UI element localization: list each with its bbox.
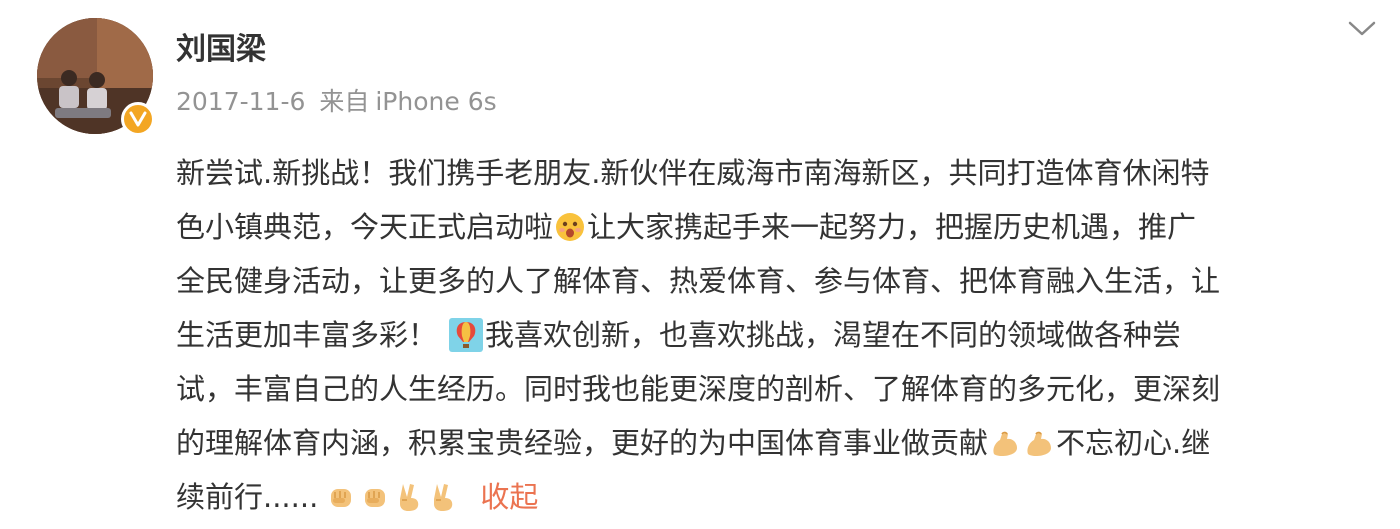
text-segment: 续前行...... <box>176 480 319 514</box>
text-segment: 我喜欢创新，也喜欢挑战，渴望在不同的领域做各种尝 <box>485 318 1182 352</box>
text-segment: 让大家携起手来一起努力，把握历史机遇，推广 <box>587 210 1197 244</box>
post-text-line: 的理解体育内涵，积累宝贵经验，更好的为中国体育事业做贡献 不忘初心.继 <box>176 416 1388 470</box>
raised-fist-emoji <box>360 482 390 512</box>
raised-fist-emoji <box>326 482 356 512</box>
post-text-line: 生活更加丰富多彩！ 我喜欢创新，也喜欢挑战，渴望在不同的领域做各种尝 <box>176 308 1388 362</box>
text-segment: 不忘初心.继 <box>1056 426 1211 460</box>
hot-air-balloon-emoji <box>449 318 484 352</box>
chevron-down-icon[interactable] <box>1342 14 1382 44</box>
collapse-link[interactable]: 收起 <box>480 480 538 514</box>
weibo-post-card: 刘国梁 2017-11-6 来自 iPhone 6s 新尝试.新挑战！我们携手老朋… <box>0 0 1400 529</box>
source-device: iPhone 6s <box>375 87 497 116</box>
post-meta: 2017-11-6 来自 iPhone 6s <box>176 84 503 120</box>
excited-face-emoji <box>555 212 585 242</box>
victory-hand-emoji <box>428 482 458 512</box>
text-segment: 生活更加丰富多彩！ <box>176 318 438 352</box>
flexed-biceps-emoji <box>1024 428 1054 458</box>
post-text-line: 续前行...... 收起 <box>176 470 1388 524</box>
text-segment: 新尝试.新挑战！我们携手老朋友.新伙伴在威海市南海新区，共同打造体育休闲特 <box>176 156 1210 190</box>
text-segment: 试，丰富自己的人生经历。同时我也能更深度的剖析、了解体育的多元化，更深刻 <box>176 372 1221 406</box>
post-text-line: 试，丰富自己的人生经历。同时我也能更深度的剖析、了解体育的多元化，更深刻 <box>176 362 1388 416</box>
flexed-biceps-emoji <box>990 428 1020 458</box>
text-segment: 的理解体育内涵，积累宝贵经验，更好的为中国体育事业做贡献 <box>176 426 989 460</box>
verified-v-icon <box>121 102 155 136</box>
post-date[interactable]: 2017-11-6 <box>176 87 305 116</box>
author-name[interactable]: 刘国梁 <box>176 30 266 70</box>
text-segment: 全民健身活动，让更多的人了解体育、热爱体育、参与体育、把体育融入生活，让 <box>176 264 1221 298</box>
post-text-line: 全民健身活动，让更多的人了解体育、热爱体育、参与体育、把体育融入生活，让 <box>176 254 1388 308</box>
post-text-line: 色小镇典范，今天正式启动啦 让大家携起手来一起努力，把握历史机遇，推广 <box>176 200 1388 254</box>
post-text-line: 新尝试.新挑战！我们携手老朋友.新伙伴在威海市南海新区，共同打造体育休闲特 <box>176 146 1388 200</box>
source-prefix: 来自 <box>319 87 370 116</box>
text-segment: 色小镇典范，今天正式启动啦 <box>176 210 554 244</box>
post-text: 新尝试.新挑战！我们携手老朋友.新伙伴在威海市南海新区，共同打造体育休闲特 色小… <box>176 146 1388 524</box>
victory-hand-emoji <box>394 482 424 512</box>
